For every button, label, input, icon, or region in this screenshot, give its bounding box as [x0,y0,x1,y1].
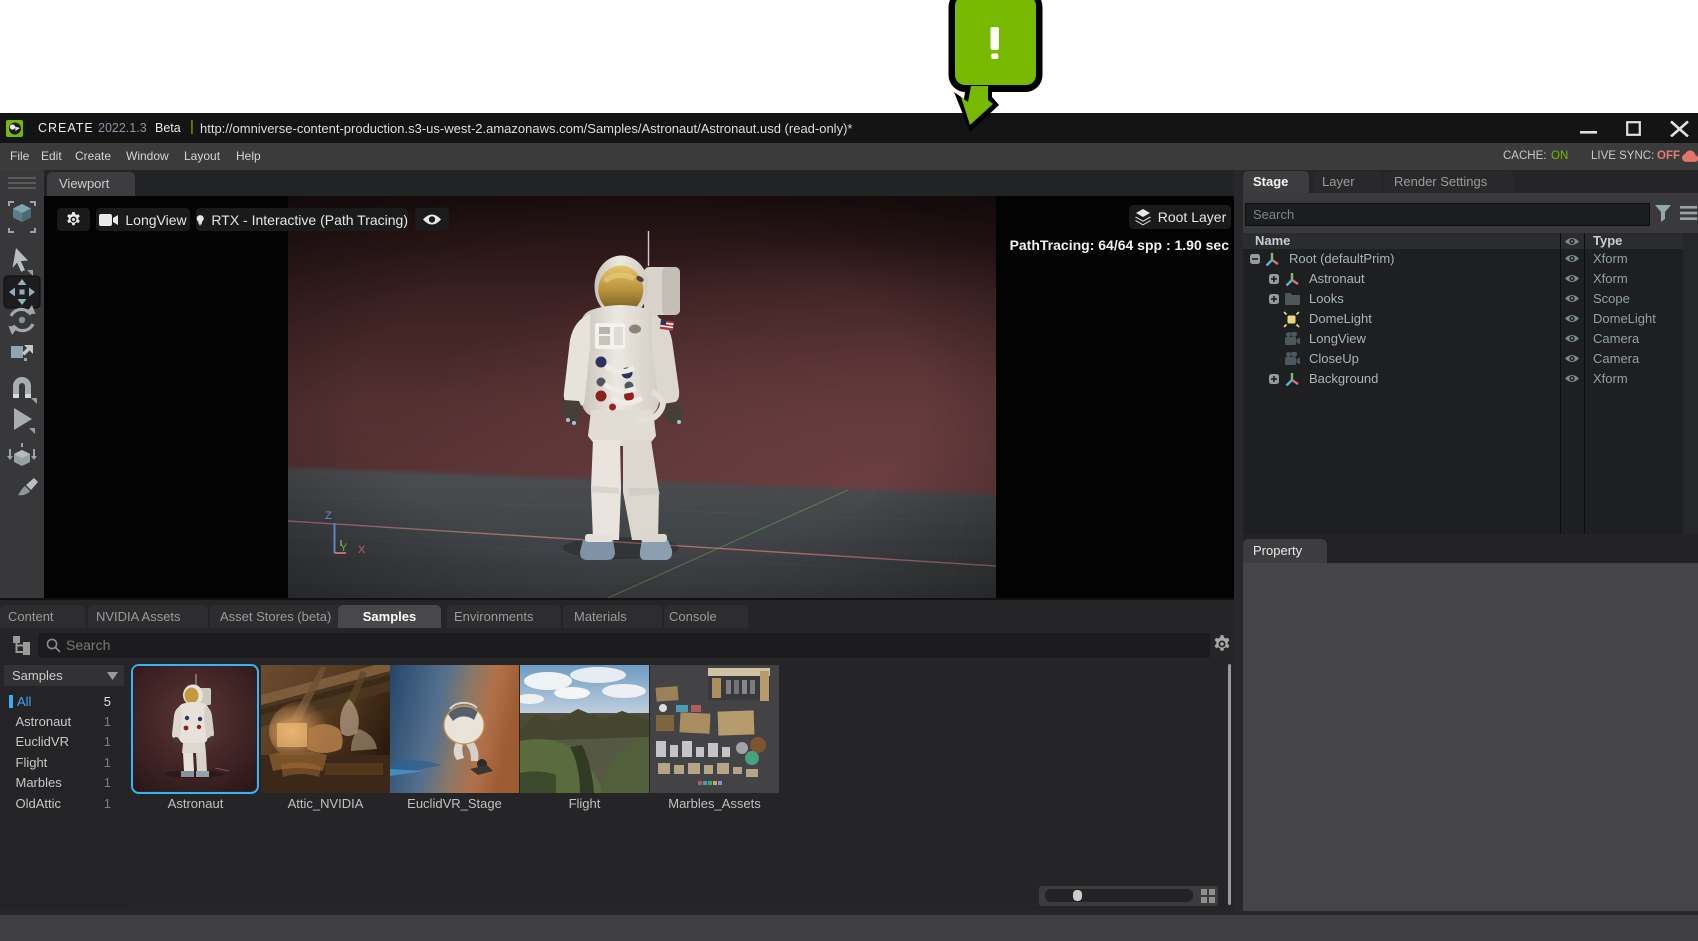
svg-text:Z: Z [325,510,332,522]
svg-text:X: X [358,544,366,556]
